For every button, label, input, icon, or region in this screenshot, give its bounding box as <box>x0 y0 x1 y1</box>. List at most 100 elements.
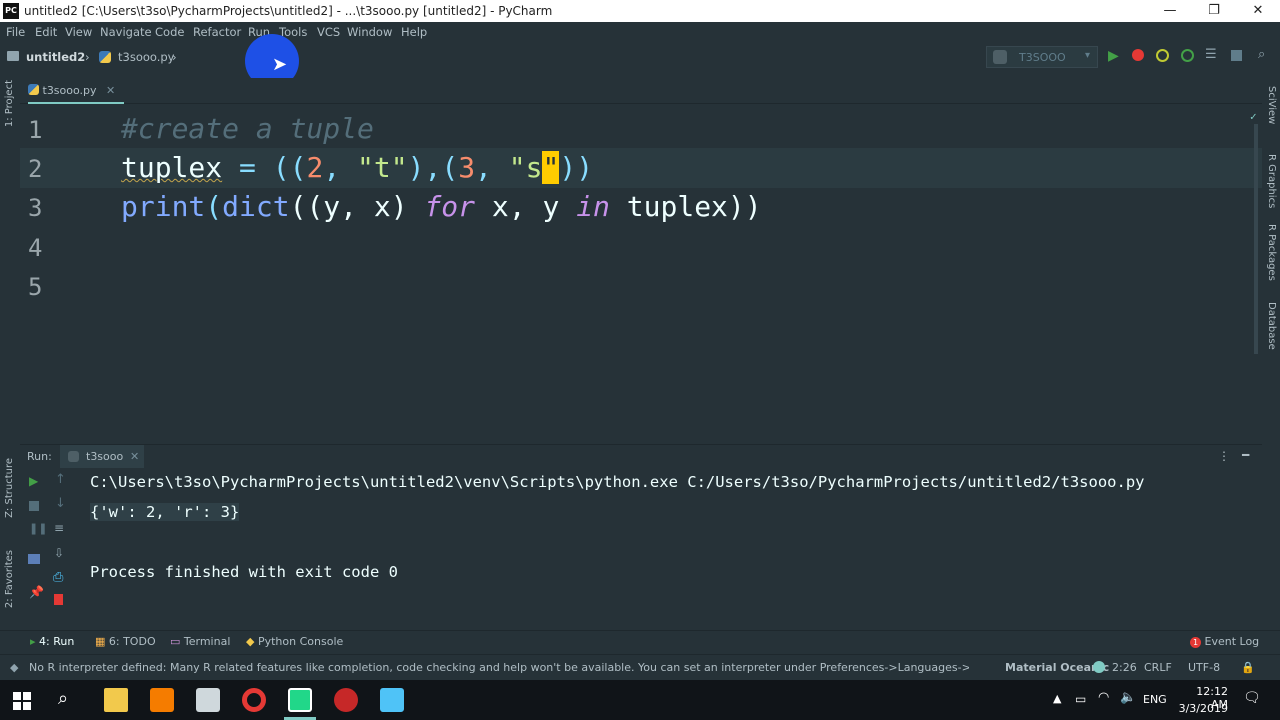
navigation-bar: untitled2 › t3sooo.py › T3SOOO ▾ ▶ ☰ ⌕ ➤ <box>0 34 1280 88</box>
code-expression: x, y <box>475 190 577 223</box>
todo-tool-tab[interactable]: ▦ 6: TODO <box>95 635 156 648</box>
run-configuration-name: T3SOOO <box>1019 51 1066 64</box>
caret-position[interactable]: 2:26 <box>1112 661 1137 674</box>
close-tab-icon[interactable]: ✕ <box>106 84 115 97</box>
pycharm-taskbar-icon[interactable] <box>288 688 312 712</box>
volume-icon[interactable]: 🔈 <box>1120 690 1136 705</box>
favorites-tool-button[interactable]: 2: Favorites <box>4 550 15 608</box>
structure-tool-button[interactable]: Z: Structure <box>4 458 15 518</box>
stop-icon[interactable] <box>29 501 39 511</box>
print-icon[interactable]: ⎙ <box>53 570 63 585</box>
close-tab-icon[interactable]: ✕ <box>130 450 139 463</box>
sciview-tool-button[interactable]: SciView <box>1266 86 1277 124</box>
run-console[interactable]: C:\Users\t3so\PycharmProjects\untitled2\… <box>82 468 1262 628</box>
run-icon[interactable]: ▶ <box>1108 48 1119 64</box>
lock-icon[interactable]: 🔒 <box>1241 661 1255 674</box>
menu-code[interactable]: Code <box>155 25 184 39</box>
app-icon[interactable] <box>196 688 220 712</box>
chevron-right-icon: › <box>172 50 177 64</box>
text-caret: " <box>542 151 560 184</box>
code-punct: , <box>323 151 358 184</box>
editor-tab-label: t3sooo.py <box>42 84 97 97</box>
search-icon[interactable]: ⌕ <box>58 688 68 709</box>
breadcrumb-project[interactable]: untitled2 <box>26 50 85 64</box>
python-console-tool-tab[interactable]: ◆ Python Console <box>246 635 343 648</box>
file-encoding[interactable]: UTF-8 <box>1188 661 1220 674</box>
notifications-icon[interactable]: 🗨 <box>1243 690 1261 706</box>
debug-icon[interactable] <box>1132 49 1144 61</box>
soft-wrap-icon[interactable]: ≡ <box>54 521 64 535</box>
code-punct: )) <box>559 151 594 184</box>
menu-help[interactable]: Help <box>401 25 427 39</box>
code-editor[interactable]: 1 2 3 4 5 #create a tuple tuplex = ((2, … <box>20 110 1262 442</box>
menu-navigate[interactable]: Navigate <box>100 25 152 39</box>
layout-icon[interactable] <box>28 554 40 564</box>
down-arrow-icon[interactable]: ↓ <box>55 496 66 511</box>
tray-chevron-up-icon[interactable]: ▲ <box>1053 692 1061 705</box>
menu-view[interactable]: View <box>65 25 92 39</box>
project-tool-button[interactable]: 1: Project <box>4 80 15 127</box>
windows-start-icon[interactable] <box>13 692 31 710</box>
line-separator[interactable]: CRLF <box>1144 661 1172 674</box>
status-message[interactable]: No R interpreter defined: Many R related… <box>29 661 969 674</box>
windows-taskbar: ⌕ ▲ ▭ ◠ 🔈 ENG 12:12 AM 3/3/2019 🗨 <box>0 680 1280 720</box>
pycharm-logo: PC <box>3 3 19 19</box>
breadcrumb-file[interactable]: t3sooo.py <box>118 50 174 64</box>
menu-file[interactable]: File <box>6 25 25 39</box>
rpackages-tool-button[interactable]: R Packages <box>1266 224 1277 281</box>
mouse-pointer-icon: ➤ <box>272 54 288 75</box>
code-keyword: in <box>576 190 610 223</box>
run-tasks-icon[interactable]: ☰ <box>1205 47 1217 62</box>
editor-tab-active[interactable]: t3sooo.py ✕ <box>28 80 115 104</box>
run-toolbar: ▶ ↑ ↓ ❚❚ ≡ ⇩ ⎙ 📌 <box>20 468 82 628</box>
inspection-ok-icon[interactable]: ✓ <box>1250 110 1257 123</box>
run-tab[interactable]: t3sooo ✕ <box>60 445 144 469</box>
menu-edit[interactable]: Edit <box>35 25 57 39</box>
menu-window[interactable]: Window <box>347 25 392 39</box>
pin-icon[interactable]: 📌 <box>29 585 44 599</box>
terminal-tool-tab[interactable]: ▭ Terminal <box>170 635 230 648</box>
rerun-icon[interactable]: ▶ <box>29 474 38 488</box>
event-log-tool-tab[interactable]: 1 Event Log <box>1190 635 1259 648</box>
more-options-icon[interactable]: ⋮ <box>1218 449 1230 463</box>
minimize-button[interactable]: — <box>1148 1 1192 21</box>
editor-scrollbar[interactable] <box>1254 124 1258 354</box>
code-operator: = (( <box>222 151 307 184</box>
code-string: "s <box>508 151 543 184</box>
scroll-to-end-icon[interactable]: ⇩ <box>54 546 64 560</box>
file-explorer-icon[interactable] <box>104 688 128 712</box>
pause-icon[interactable]: ❚❚ <box>29 522 47 535</box>
rgraphics-tool-button[interactable]: R Graphics <box>1266 154 1277 208</box>
sublime-text-icon[interactable] <box>150 688 174 712</box>
run-icon: ▸ <box>30 635 40 648</box>
database-tool-button[interactable]: Database <box>1266 302 1277 350</box>
maximize-button[interactable]: ❐ <box>1192 1 1236 21</box>
stop-icon[interactable] <box>1231 50 1242 61</box>
code-identifier: tuplex <box>121 151 223 184</box>
title-bar: PC untitled2 [C:\Users\t3so\PycharmProje… <box>0 0 1280 22</box>
run-tool-tab[interactable]: ▸ 4: Run <box>30 635 74 648</box>
trash-icon[interactable] <box>54 594 63 605</box>
hide-panel-icon[interactable]: ━ <box>1242 448 1249 462</box>
menu-refactor[interactable]: Refactor <box>193 25 241 39</box>
recorder-icon[interactable] <box>334 688 358 712</box>
search-everywhere-icon[interactable]: ⌕ <box>1258 47 1265 62</box>
language-indicator[interactable]: ENG <box>1143 693 1167 706</box>
close-button[interactable]: ✕ <box>1236 1 1280 21</box>
clock-date[interactable]: 3/3/2019 <box>1178 702 1228 715</box>
active-tab-indicator <box>28 102 124 104</box>
run-panel-label: Run: <box>27 450 52 463</box>
up-arrow-icon[interactable]: ↑ <box>55 472 66 487</box>
coverage-icon[interactable] <box>1156 49 1169 62</box>
opera-icon[interactable] <box>242 688 266 712</box>
code-line-3: print(dict((y, x) for x, y in tuplex)) <box>121 190 762 223</box>
wifi-icon[interactable]: ◠ <box>1098 690 1109 705</box>
python-file-icon <box>28 84 39 95</box>
battery-icon[interactable]: ▭ <box>1075 692 1086 706</box>
run-configuration-select[interactable]: T3SOOO ▾ <box>986 46 1098 68</box>
profile-icon[interactable] <box>1181 49 1194 62</box>
console-output: {'w': 2, 'r': 3} <box>90 503 240 521</box>
status-toggle-icon[interactable]: ◆ <box>10 661 18 674</box>
notes-icon[interactable] <box>380 688 404 712</box>
menu-vcs[interactable]: VCS <box>317 25 340 39</box>
